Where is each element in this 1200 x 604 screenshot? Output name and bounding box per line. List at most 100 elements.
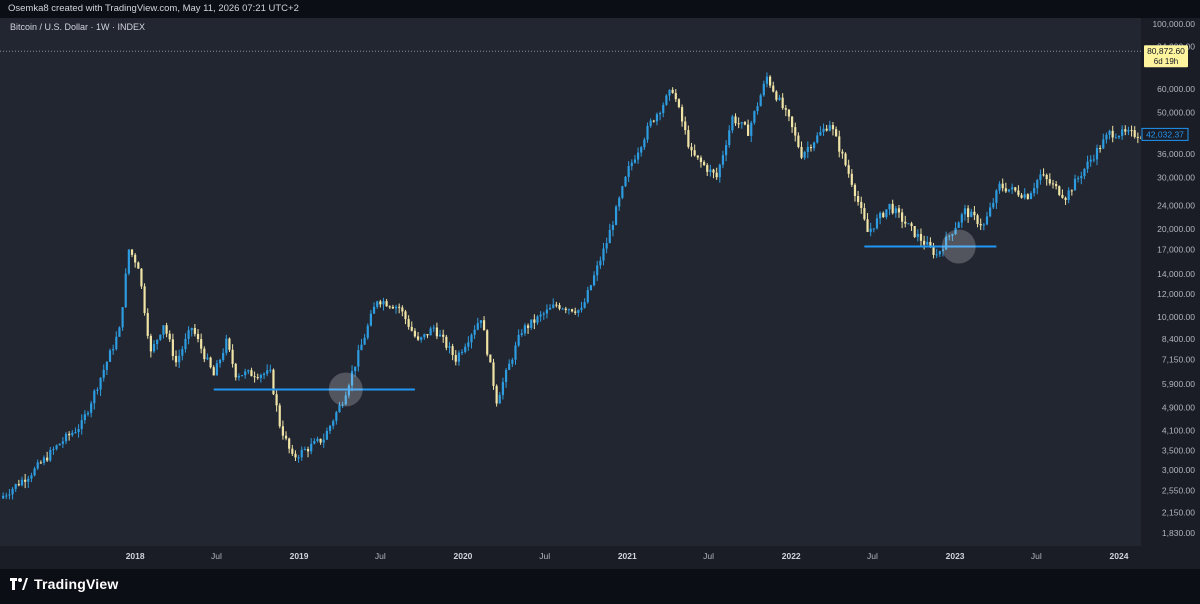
candle-body: [762, 83, 765, 96]
x-tick-label: Jul: [1031, 551, 1042, 561]
candle-body: [904, 221, 907, 224]
candle-body: [259, 375, 262, 378]
candle-body: [702, 162, 706, 166]
candle-body: [328, 425, 332, 431]
time-axis[interactable]: [0, 546, 1200, 569]
x-tick-label: 2019: [290, 551, 309, 561]
highlight-circle: [328, 372, 363, 407]
candle-body: [1124, 129, 1127, 132]
candle-body: [737, 123, 740, 125]
candle-body: [533, 319, 536, 323]
candle-body: [674, 93, 677, 100]
candle-body: [501, 382, 505, 396]
candle-body: [335, 412, 338, 421]
candle-body: [872, 228, 875, 230]
candle-body: [281, 426, 284, 436]
candle-body: [369, 313, 373, 326]
footer-bar: [0, 569, 1200, 604]
candle-body: [740, 122, 743, 124]
candle-body: [457, 352, 461, 362]
candle-body: [624, 176, 627, 187]
y-tick-label: 3,500.00: [1162, 445, 1195, 455]
candle-body: [561, 308, 564, 310]
candle-body: [451, 346, 454, 356]
candle-body: [61, 441, 64, 444]
candle-body: [71, 432, 74, 436]
candle-body: [753, 111, 756, 123]
candle-body: [388, 306, 391, 308]
candle-body: [1007, 189, 1011, 192]
candle-body: [256, 377, 259, 379]
candle-body: [382, 301, 385, 305]
candle-body: [152, 344, 156, 352]
candle-body: [416, 336, 420, 340]
candle-body: [570, 309, 574, 312]
candle-body: [237, 375, 240, 378]
tradingview-logo[interactable]: TradingView: [10, 576, 118, 592]
candle-body: [127, 249, 130, 274]
candle-body: [1051, 183, 1055, 185]
candle-body: [756, 106, 759, 112]
candle-body: [916, 234, 919, 237]
candle-body: [2, 495, 5, 499]
candle-body: [787, 109, 791, 117]
candle-body: [36, 462, 39, 469]
candle-body: [80, 420, 83, 430]
candle-body: [775, 91, 778, 100]
candle-body: [772, 85, 775, 92]
x-tick-label: 2022: [782, 551, 801, 561]
candle-body: [589, 285, 593, 291]
x-tick-label: Jul: [375, 551, 386, 561]
candle-body: [413, 330, 417, 337]
candle-body: [165, 325, 168, 334]
tradingview-brand-text: TradingView: [34, 576, 119, 592]
y-tick-label: 17,000.00: [1157, 244, 1195, 254]
price-chart[interactable]: 100,000.0084,000.0060,000.0050,000.0036,…: [0, 0, 1200, 570]
candle-body: [319, 438, 322, 443]
candle-body: [269, 369, 272, 371]
y-tick-label: 3,000.00: [1162, 465, 1195, 475]
candle-body: [555, 304, 558, 306]
candle-body: [690, 146, 693, 151]
candle-body: [218, 359, 222, 364]
candle-body: [979, 224, 982, 226]
y-tick-label: 20,000.00: [1157, 224, 1195, 234]
candle-body: [548, 307, 552, 310]
candle-body: [489, 354, 492, 363]
candle-body: [602, 248, 605, 261]
candle-body: [504, 369, 508, 383]
candle-body: [643, 139, 646, 148]
candle-body: [470, 334, 473, 343]
candle-body: [1089, 159, 1092, 162]
candle-body: [338, 405, 341, 413]
candle-body: [646, 125, 649, 140]
candle-body: [797, 135, 800, 147]
candle-body: [696, 155, 699, 158]
candle-body: [998, 183, 1001, 191]
candle-body: [203, 348, 206, 360]
candle-body: [27, 478, 30, 482]
y-tick-label: 36,000.00: [1157, 149, 1195, 159]
candle-body: [495, 385, 498, 404]
candle-body: [118, 327, 121, 337]
candle-body: [8, 494, 11, 496]
candle-body: [149, 335, 152, 352]
candle-body: [583, 302, 586, 308]
candle-body: [448, 346, 451, 348]
candle-body: [989, 207, 992, 217]
candle-body: [310, 443, 313, 452]
candle-body: [1095, 148, 1099, 160]
candle-body: [699, 157, 703, 163]
candle-body: [14, 484, 17, 489]
candle-body: [247, 370, 250, 372]
candle-body: [611, 224, 615, 230]
highlight-circle: [941, 229, 976, 264]
candle-body: [17, 484, 20, 486]
candle-body: [407, 319, 410, 327]
candle-body: [831, 125, 835, 130]
candle-body: [677, 99, 681, 108]
current-price-label: 42,032.37: [1146, 129, 1184, 139]
candle-body: [1064, 197, 1067, 200]
candle-body: [130, 249, 134, 255]
candle-body: [325, 430, 328, 440]
